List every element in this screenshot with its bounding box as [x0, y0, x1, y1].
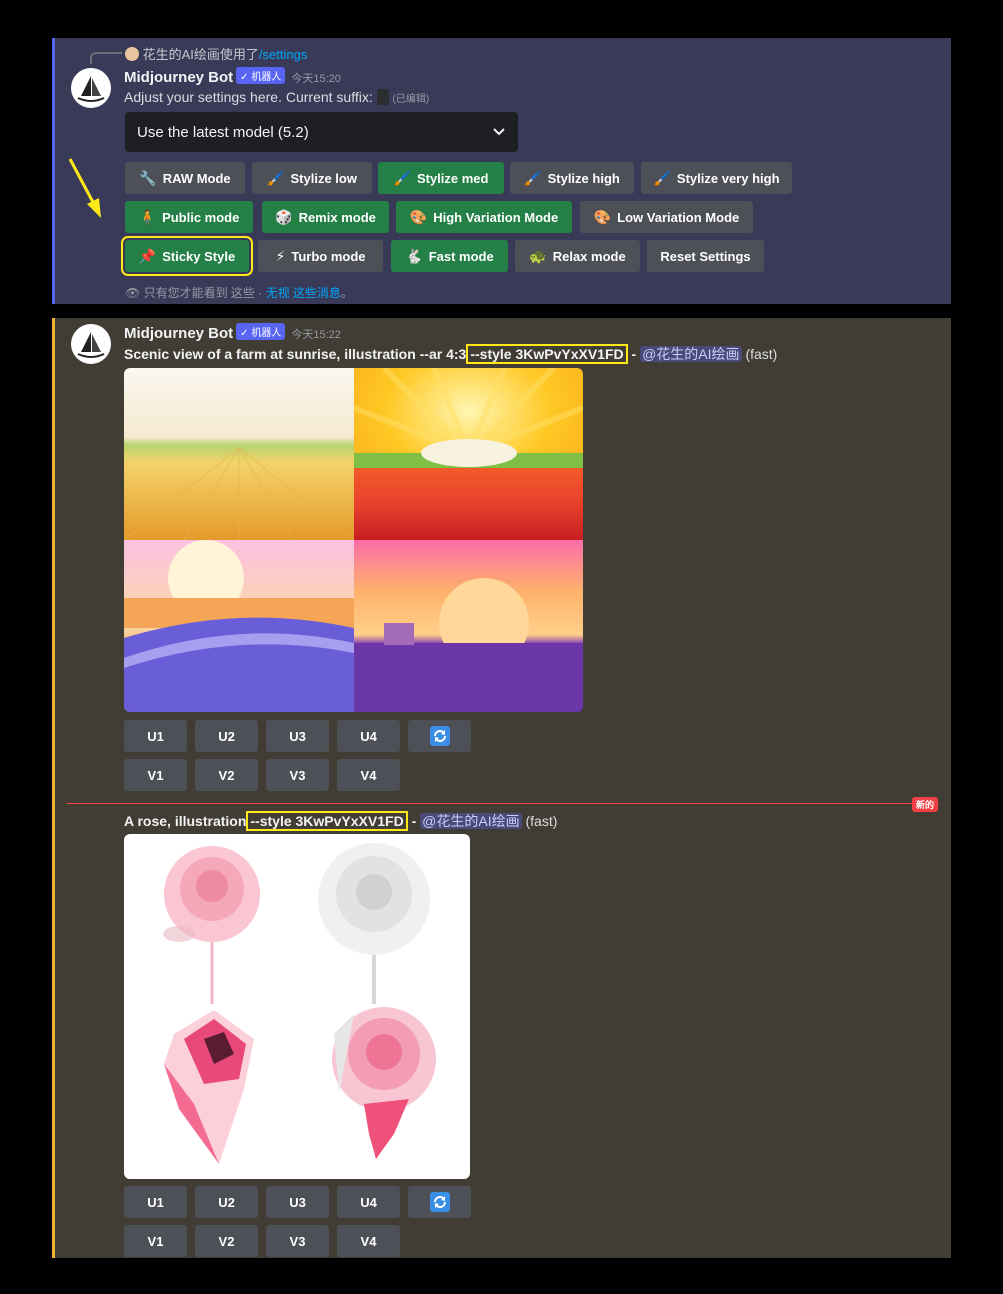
person-icon: 🧍: [138, 209, 157, 225]
arrow-annotation-icon: [68, 158, 101, 218]
upscale-1-button[interactable]: U1: [124, 720, 187, 752]
refresh-icon: [429, 1192, 450, 1212]
timestamp: 今天15:20: [291, 73, 341, 85]
model-select-value: Use the latest model (5.2): [137, 123, 309, 141]
model-select[interactable]: Use the latest model (5.2): [125, 112, 518, 152]
upscale-4-button[interactable]: U4: [337, 720, 400, 752]
settings-message: 花生的AI绘画使用了/settings Midjourney Bot ✓ 机器人今…: [52, 38, 951, 304]
ephemeral-note: 👁 只有您才能看到 这些 · 无视 这些消息。: [125, 286, 353, 300]
style-param: --style 3KwPvYxXV1FD: [466, 344, 628, 364]
bot-avatar[interactable]: [71, 68, 111, 108]
variation-1-button[interactable]: V1: [124, 1225, 187, 1257]
reply-avatar: [125, 47, 139, 61]
variation-3-button[interactable]: V3: [266, 759, 329, 791]
brush-icon: 🖌️: [267, 170, 285, 186]
brush-icon: 🖌️: [524, 170, 542, 186]
rose-image-grid[interactable]: [124, 834, 470, 1179]
stylize-low-button[interactable]: 🖌️ Stylize low: [252, 162, 372, 194]
variation-1-button[interactable]: V1: [124, 759, 187, 791]
message-header: Midjourney Bot ✓ 机器人 今天15:22: [124, 323, 341, 343]
upscale-3-button[interactable]: U3: [266, 1186, 329, 1218]
mode-tag: (fast): [525, 813, 558, 829]
mode-tag: (fast): [745, 346, 778, 362]
palette-icon: 🎨: [409, 209, 428, 225]
pushpin-icon: 📌: [138, 248, 157, 264]
style-param: --style 3KwPvYxXV1FD: [246, 811, 408, 831]
bot-tag: ✓ 机器人: [236, 67, 286, 84]
upscale-1-button[interactable]: U1: [124, 1186, 187, 1218]
upscale-3-button[interactable]: U3: [266, 720, 329, 752]
reply-command[interactable]: /settings: [259, 47, 307, 62]
edited-tag: (已编辑): [392, 94, 430, 105]
upscale-2-button[interactable]: U2: [195, 1186, 258, 1218]
high-variation-mode-button[interactable]: 🎨 High Variation Mode: [396, 201, 572, 233]
chevron-down-icon: [493, 128, 505, 136]
variation-4-button[interactable]: V4: [337, 1225, 400, 1257]
sticky-style-button[interactable]: 📌 Sticky Style: [121, 236, 253, 276]
message-list: Midjourney Bot ✓ 机器人 今天15:22 Scenic view o…: [52, 318, 951, 1258]
rabbit-icon: 🐇: [405, 248, 423, 264]
refresh-icon: [429, 726, 450, 746]
turbo-mode-button[interactable]: ⚡ Turbo mode: [258, 240, 383, 272]
user-mention[interactable]: @花生的AI绘画: [640, 346, 742, 362]
wrench-icon: 🔧: [139, 170, 157, 186]
stylize-high-button[interactable]: 🖌️ Stylize high: [510, 162, 634, 194]
username[interactable]: Midjourney Bot: [124, 325, 233, 342]
bot-tag: ✓ 机器人: [236, 323, 286, 340]
eye-icon: 👁: [125, 286, 141, 300]
message-header: Midjourney Bot ✓ 机器人 今天15:20: [124, 67, 341, 87]
stylize-med-button[interactable]: 🖌️ Stylize med: [378, 162, 504, 194]
farm-image: [124, 368, 583, 712]
stylize-very-high-button[interactable]: 🖌️ Stylize very high: [641, 162, 792, 194]
reset-settings-button[interactable]: Reset Settings: [647, 240, 764, 272]
username[interactable]: Midjourney Bot: [124, 69, 233, 86]
sailboat-icon: [77, 76, 105, 102]
relax-mode-button[interactable]: 🐢 Relax mode: [515, 240, 640, 272]
brush-icon: 🖌️: [393, 170, 411, 186]
suffix-code: [376, 89, 389, 105]
turtle-icon: 🐢: [529, 248, 547, 264]
dice-icon: 🎲: [275, 209, 293, 225]
farm-image-grid[interactable]: [124, 368, 583, 712]
remix-mode-button[interactable]: 🎲 Remix mode: [262, 201, 389, 233]
message-content: Adjust your settings here. Current suffi…: [124, 89, 430, 105]
bot-avatar[interactable]: [71, 324, 111, 364]
upscale-2-button[interactable]: U2: [195, 720, 258, 752]
palette-icon: 🎨: [593, 209, 612, 225]
reroll-button[interactable]: [408, 1186, 471, 1218]
variation-3-button[interactable]: V3: [266, 1225, 329, 1257]
dismiss-link[interactable]: 无视 这些消息: [266, 286, 341, 300]
new-badge: 新的: [912, 797, 939, 812]
fast-mode-button[interactable]: 🐇 Fast mode: [391, 240, 508, 272]
lightning-icon: ⚡: [275, 248, 286, 264]
low-variation-mode-button[interactable]: 🎨 Low Variation Mode: [580, 201, 753, 233]
new-messages-divider: [67, 803, 939, 804]
rose-image: [163, 843, 436, 1164]
variation-4-button[interactable]: V4: [337, 759, 400, 791]
variation-2-button[interactable]: V2: [195, 1225, 258, 1257]
farm-prompt: Scenic view of a farm at sunrise, illust…: [124, 344, 778, 364]
brush-icon: 🖌️: [653, 170, 671, 186]
reroll-button[interactable]: [408, 720, 471, 752]
sailboat-icon: [77, 332, 105, 358]
reply-line[interactable]: 花生的AI绘画使用了/settings: [125, 44, 307, 63]
raw-mode-button[interactable]: 🔧 RAW Mode: [125, 162, 245, 194]
rose-prompt: A rose, illustration --style 3KwPvYxXV1FD…: [124, 811, 558, 831]
public-mode-button[interactable]: 🧍 Public mode: [125, 201, 253, 233]
reply-connector: [90, 52, 122, 64]
timestamp: 今天15:22: [291, 329, 341, 341]
user-mention[interactable]: @花生的AI绘画: [420, 813, 522, 829]
reply-user: 花生的AI绘画使用了: [142, 47, 259, 62]
upscale-4-button[interactable]: U4: [337, 1186, 400, 1218]
variation-2-button[interactable]: V2: [195, 759, 258, 791]
